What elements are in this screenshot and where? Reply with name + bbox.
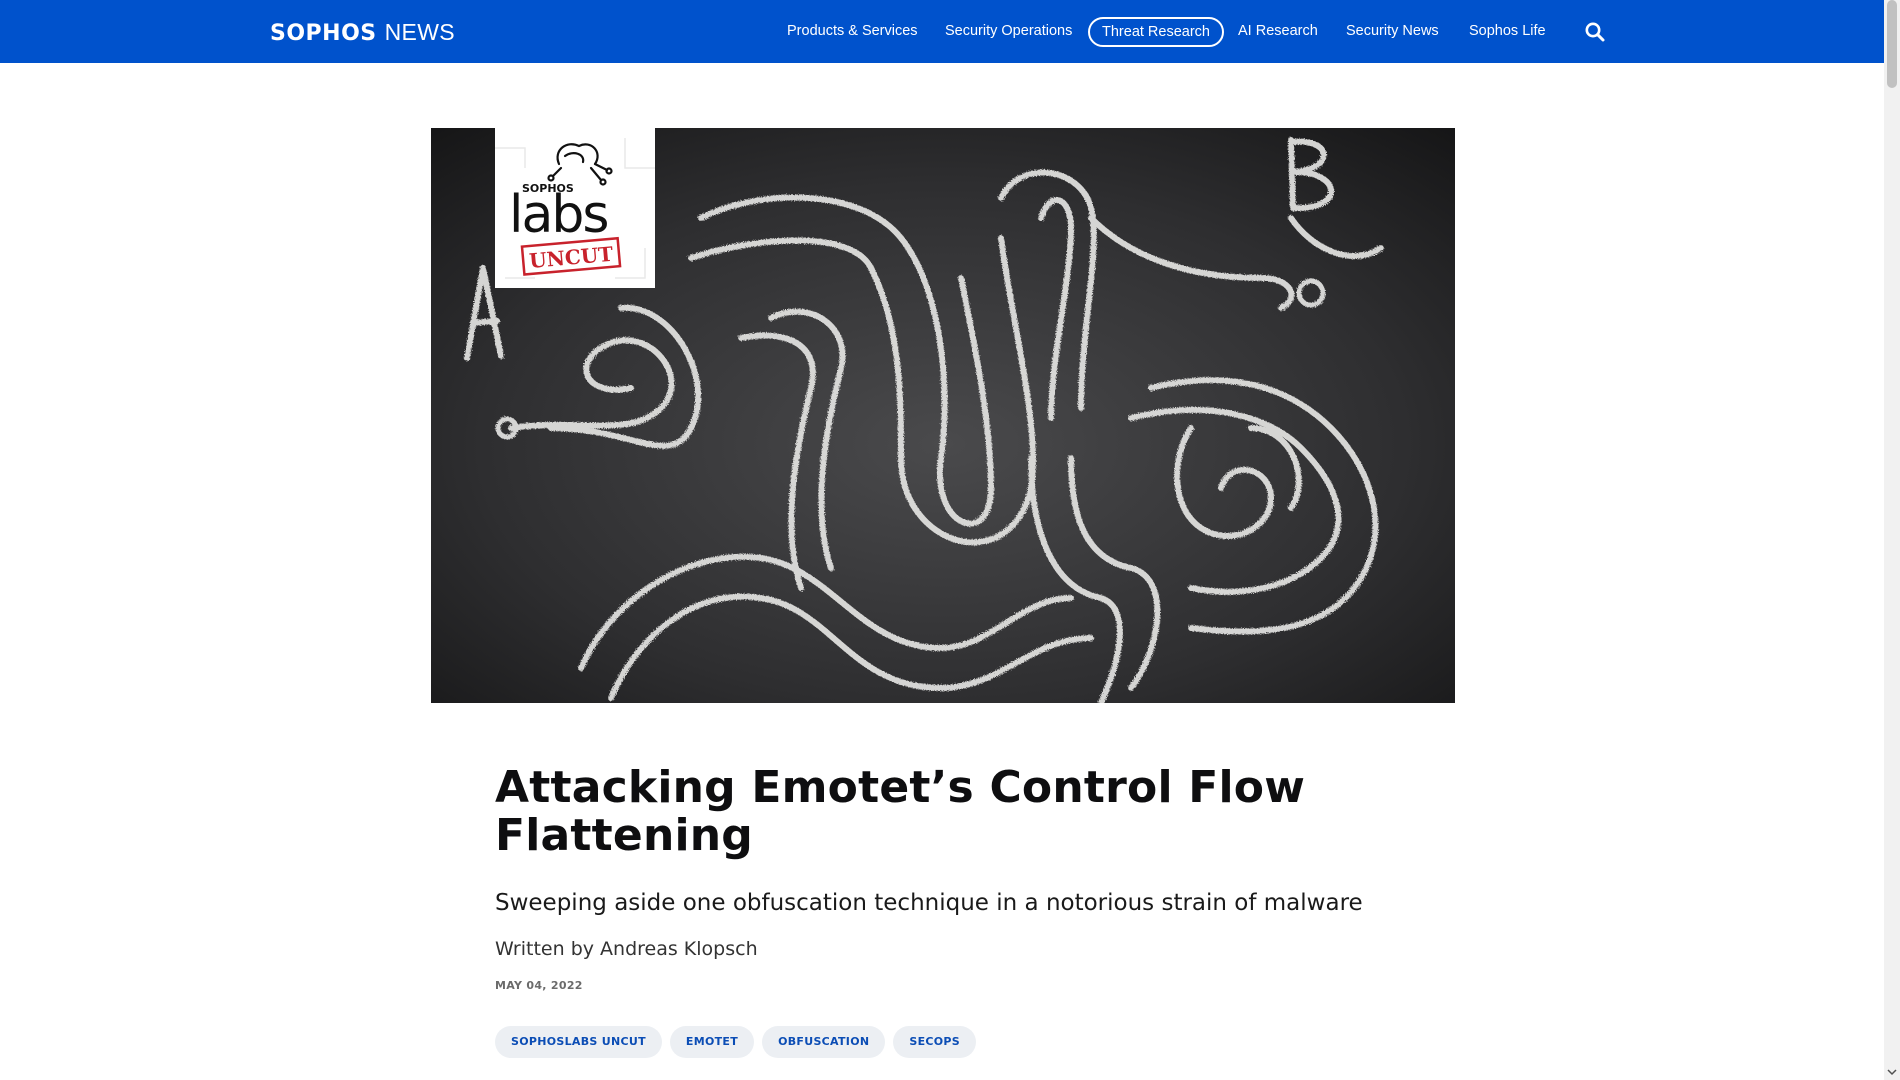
nav-ai-research[interactable]: AI Research [1238,17,1318,45]
nav-sophos-life[interactable]: Sophos Life [1469,17,1546,45]
badge-word: labs [509,185,607,245]
article-title: Attacking Emotet’s Control Flow Flatteni… [495,762,1306,861]
search-button[interactable] [1584,21,1606,43]
tag-sophoslabs-uncut[interactable]: SOPHOSLABS UNCUT [495,1026,662,1058]
byline-prefix: Written by [495,938,601,960]
sophoslabs-uncut-badge: SOPHOS labs UNCUT [495,128,655,288]
sophoslabs-uncut-logo-icon: SOPHOS labs UNCUT [495,138,655,279]
article-byline: Written by Andreas Klopsch [495,936,758,962]
nav-security-operations[interactable]: Security Operations [945,17,1072,45]
tag-secops[interactable]: SECOPS [893,1026,977,1058]
tag-list: SOPHOSLABS UNCUT EMOTET OBFUSCATION SECO… [495,1026,977,1058]
nav-threat-research[interactable]: Threat Research [1088,17,1224,47]
hero-image: SOPHOS labs UNCUT [431,128,1455,703]
scroll-down-arrow-icon[interactable] [1886,1066,1898,1078]
article-subtitle: Sweeping aside one obfuscation technique… [495,890,1363,916]
tag-emotet[interactable]: EMOTET [669,1026,755,1058]
tag-obfuscation[interactable]: OBFUSCATION [762,1026,886,1058]
nav-products-services[interactable]: Products & Services [787,17,918,45]
author-link[interactable]: Andreas Klopsch [600,938,758,960]
top-nav-bar: SOPHOS NEWS Products & Services Security… [0,0,1884,63]
page: SOPHOS NEWS Products & Services Security… [0,0,1900,1080]
scrollbar-thumb[interactable] [1887,0,1897,88]
nav-security-news[interactable]: Security News [1346,17,1439,45]
publish-date: MAY 04, 2022 [495,979,583,992]
scrollbar[interactable] [1884,0,1900,1080]
search-icon [1585,22,1605,42]
